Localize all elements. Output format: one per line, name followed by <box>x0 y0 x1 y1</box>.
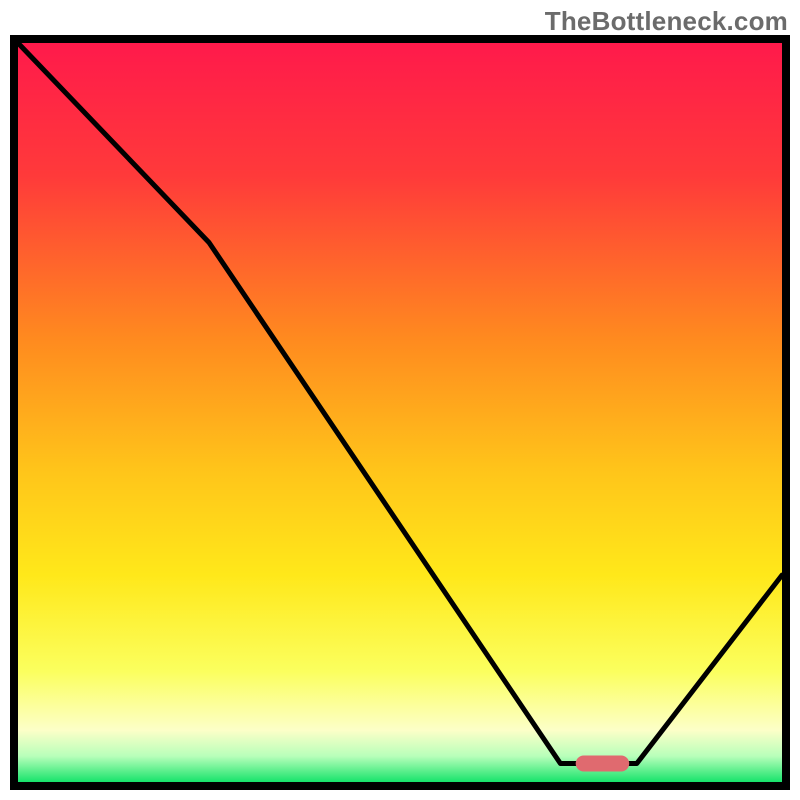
bottleneck-chart: TheBottleneck.com <box>0 0 800 800</box>
watermark-text: TheBottleneck.com <box>545 6 788 37</box>
optimal-range-marker <box>576 756 630 772</box>
chart-background <box>18 43 782 782</box>
chart-svg <box>0 0 800 800</box>
